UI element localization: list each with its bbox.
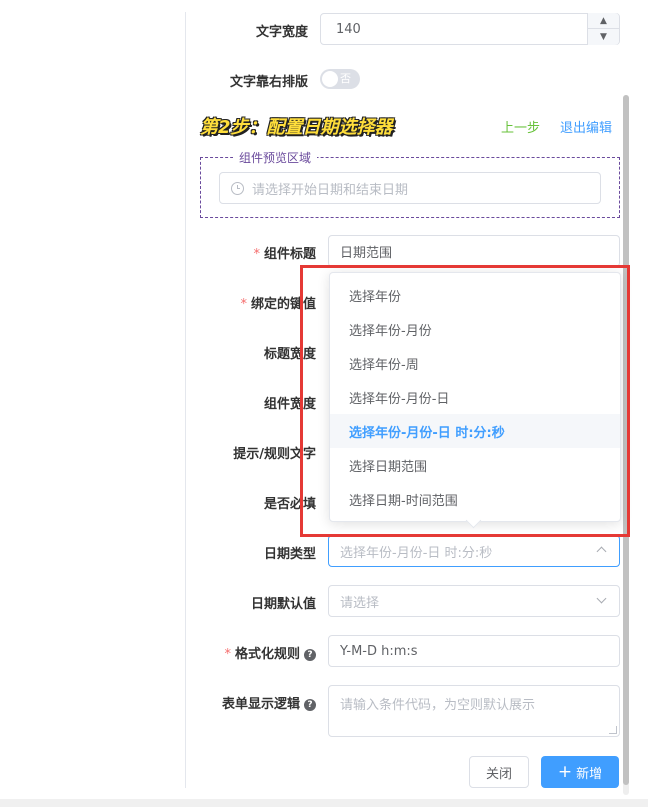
help-icon[interactable]: ? <box>304 699 316 711</box>
required-mark: * <box>240 297 247 312</box>
help-icon[interactable]: ? <box>304 649 316 661</box>
chevron-up-icon <box>596 546 607 557</box>
annotation-highlight-box <box>300 265 630 537</box>
text-width-label: 文字宽度 <box>255 25 308 40</box>
chevron-down-icon <box>596 593 607 604</box>
display-logic-textarea[interactable]: 请输入条件代码，为空则默认展示 <box>328 685 620 737</box>
required-mark: * <box>253 247 260 262</box>
bottom-strip <box>0 799 648 807</box>
add-button[interactable]: + 新增 <box>541 756 619 788</box>
preview-legend: 组件预览区域 <box>233 149 318 166</box>
default-value-label: 日期默认值 <box>250 597 316 612</box>
prev-step-link[interactable]: 上一步 <box>501 117 540 136</box>
text-right-label: 文字靠右排版 <box>229 75 308 90</box>
format-rule-input[interactable]: Y-M-D h:m:s <box>328 635 620 667</box>
format-rule-label: * 格式化规则? <box>224 643 316 662</box>
clock-icon <box>231 181 244 195</box>
preview-date-range-input[interactable]: 请选择开始日期和结束日期 <box>219 172 601 204</box>
display-logic-label: 表单显示逻辑? <box>222 693 316 712</box>
exit-edit-link[interactable]: 退出编辑 <box>560 117 612 136</box>
number-stepper[interactable]: ▲ ▼ <box>587 13 619 45</box>
default-value-placeholder: 请选择 <box>340 595 380 611</box>
panel-divider <box>185 12 186 788</box>
component-title-label: * 组件标题 <box>253 247 316 262</box>
display-logic-placeholder: 请输入条件代码，为空则默认展示 <box>340 698 536 713</box>
text-width-input[interactable]: 140 <box>320 13 620 45</box>
component-title-value: 日期范围 <box>340 245 393 261</box>
plus-icon: + <box>557 762 573 782</box>
component-title-input[interactable]: 日期范围 <box>328 235 620 267</box>
default-value-select[interactable]: 请选择 <box>328 585 620 617</box>
close-button[interactable]: 关闭 <box>469 756 529 788</box>
text-width-value: 140 <box>336 21 361 37</box>
date-type-placeholder: 选择年份-月份-日 时:分:秒 <box>340 545 493 561</box>
format-rule-value: Y-M-D h:m:s <box>340 643 418 659</box>
date-type-label: 日期类型 <box>263 547 316 562</box>
date-type-select[interactable]: 选择年份-月份-日 时:分:秒 <box>328 535 620 567</box>
preview-placeholder: 请选择开始日期和结束日期 <box>252 182 409 198</box>
step-title: 第2步：配置日期选择器 <box>200 117 393 138</box>
toggle-text: 否 <box>340 72 351 85</box>
resize-handle-icon[interactable] <box>609 726 617 734</box>
toggle-knob <box>322 71 338 87</box>
required-mark: * <box>224 647 231 662</box>
add-button-label: 新增 <box>576 766 603 782</box>
decrease-icon[interactable]: ▼ <box>588 29 619 44</box>
increase-icon[interactable]: ▲ <box>588 13 619 29</box>
